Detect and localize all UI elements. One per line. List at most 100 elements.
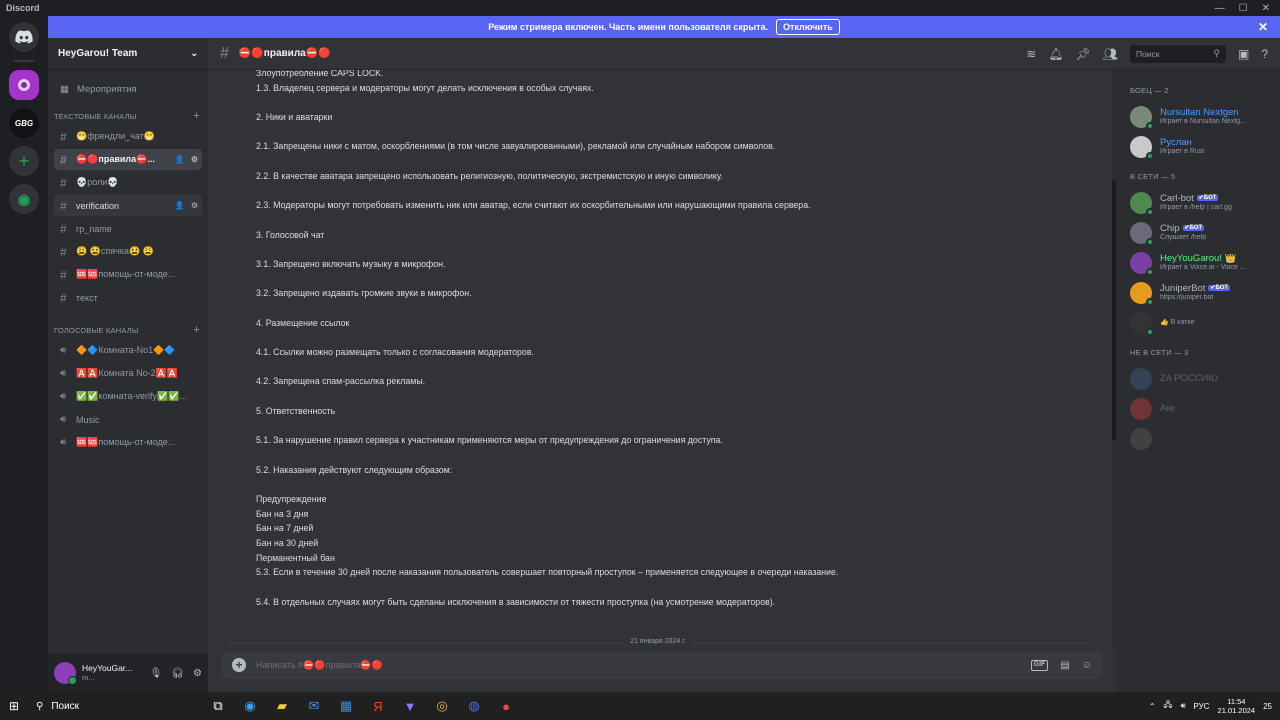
voice-channels-category[interactable]: ГОЛОСОВЫЕ КАНАЛЫ + <box>48 322 208 338</box>
sticker-icon[interactable]: ▤ <box>1060 660 1069 671</box>
message-line <box>256 213 1096 228</box>
chrome-icon[interactable]: ◎ <box>432 696 452 716</box>
clock-time: 11:54 <box>1227 696 1246 706</box>
channel-rules[interactable]: # ⛔🔴правила⛔... 👤 ⚙ <box>54 149 202 170</box>
events-item[interactable]: ▦ Мероприятия <box>48 78 208 100</box>
message-composer[interactable]: + Написать #⛔🔴правила⛔🔴 GIF ▤ ☺ <box>222 651 1102 679</box>
message-input[interactable]: Написать #⛔🔴правила⛔🔴 <box>256 660 1021 671</box>
help-icon[interactable]: ? <box>1261 47 1268 61</box>
yandex-icon[interactable]: Я <box>368 696 388 716</box>
maximize-icon[interactable]: ☐ <box>1239 3 1248 14</box>
server-header[interactable]: HeyGarou! Team ⌄ <box>48 38 208 70</box>
channel-label: 🆘🆘помощь-от-моде... <box>76 437 176 447</box>
member-activity: Слушает /help <box>1160 234 1207 242</box>
bot-badge: ✔БОТ <box>1196 194 1219 202</box>
member-item[interactable]: Акк <box>1130 394 1280 424</box>
voice-channel-room-2[interactable]: 🔊︎ 🅰️🅰️Комната No-2🅰️🅰️ <box>54 363 202 384</box>
search-input[interactable]: Поиск ⚲ <box>1129 44 1226 63</box>
explore-icon[interactable]: ◉ <box>9 184 39 214</box>
member-activity: Играет в Nursultan Nextg... <box>1160 118 1246 126</box>
member-item[interactable]: 👍 В катке <box>1130 308 1280 338</box>
microphone-icon[interactable]: 🎙︎ <box>150 668 163 679</box>
app-icon[interactable]: ● <box>496 696 516 716</box>
emoji-icon[interactable]: ☺ <box>1082 660 1092 671</box>
bot-badge: ✔БОТ <box>1182 224 1205 232</box>
text-channels-category[interactable]: ТЕКСТОВЫЕ КАНАЛЫ + <box>48 108 208 124</box>
discord-taskbar-icon[interactable]: ◍ <box>464 696 484 716</box>
channel-friendly-chat[interactable]: # 😁френдли_чат😁 <box>54 126 202 147</box>
gear-icon[interactable]: ⚙ <box>191 155 198 164</box>
channel-gr-name[interactable]: # гр_name <box>54 218 202 239</box>
channel-text[interactable]: # текст <box>54 287 202 308</box>
voice-channel-music[interactable]: 🔊︎ Music <box>54 409 202 430</box>
volume-icon[interactable]: 🔊︎ <box>1180 701 1185 711</box>
avatar[interactable] <box>54 662 77 685</box>
store-icon[interactable]: ▦ <box>336 696 356 716</box>
bell-icon[interactable]: 🔔︎ <box>1048 47 1063 61</box>
task-view-icon[interactable]: ⧉ <box>208 696 228 716</box>
windows-start-icon[interactable]: ⊞ <box>0 699 28 713</box>
vk-icon[interactable]: ▼ <box>400 696 420 716</box>
channel-sleep[interactable]: # 😩 😫спячка😫 😩 <box>54 241 202 262</box>
member-item[interactable]: Nursultan Nextgen Играет в Nursultan Next… <box>1130 102 1280 132</box>
close-banner-icon[interactable]: ✕ <box>1258 20 1268 34</box>
member-item[interactable]: JuniperBot ✔БОТ https://juniper.bot <box>1130 278 1280 308</box>
clock[interactable]: 11:54 21.01.2024 <box>1218 697 1256 716</box>
channel-verification[interactable]: # verification 👤 ⚙ <box>54 195 202 216</box>
pin-icon[interactable]: 📌︎ <box>1076 47 1091 61</box>
voice-channel-mod-help[interactable]: 🔊︎ 🆘🆘помощь-от-моде... <box>54 432 202 453</box>
chevron-up-icon[interactable]: ⌃ <box>1149 702 1156 711</box>
hash-icon: # <box>60 267 67 282</box>
edge-icon[interactable]: ◉ <box>240 696 260 716</box>
heygarou-server-icon[interactable] <box>9 70 39 100</box>
member-name: Акк <box>1160 403 1175 414</box>
member-name-block: Carl-bot ✔БОТ Играет в /help | carl.gg <box>1160 194 1272 213</box>
minimize-icon[interactable]: — <box>1215 3 1225 14</box>
user-subtext: m... <box>82 672 95 682</box>
invite-icon[interactable]: 👤 <box>175 155 185 164</box>
message-line: 2.1. Запрещены ники с матом, оскорбления… <box>256 141 776 152</box>
message-line: 5. Ответственность <box>256 405 336 416</box>
member-item[interactable]: Carl-bot ✔БОТ Играет в /help | carl.gg <box>1130 188 1280 218</box>
file-explorer-icon[interactable]: ▰ <box>272 696 292 716</box>
message-line: 3.1. Запрещено включать музыку в микрофо… <box>256 258 446 269</box>
inbox-icon[interactable]: ▣ <box>1238 47 1249 61</box>
user-name-block[interactable]: HeyYouGar... m... <box>82 663 132 682</box>
gear-icon[interactable]: ⚙ <box>191 201 198 210</box>
disable-streamer-mode-button[interactable]: Отключить <box>776 19 840 35</box>
channel-mod-help[interactable]: # 🆘🆘помощь-от-моде... <box>54 264 202 285</box>
add-channel-icon[interactable]: + <box>193 324 200 336</box>
taskbar-search[interactable]: ⚲ Поиск <box>28 695 168 717</box>
member-item[interactable]: Руслан Играет в Rust <box>1130 132 1280 162</box>
member-item[interactable] <box>1130 424 1280 454</box>
channel-roles[interactable]: # 💀роли💀 <box>54 172 202 193</box>
headphones-icon[interactable]: 🎧︎ <box>171 668 184 679</box>
members-icon[interactable]: 👥︎ <box>1103 47 1118 61</box>
bot-badge: ✔БОТ <box>1208 284 1231 292</box>
gear-icon[interactable]: ⚙ <box>193 668 202 679</box>
network-icon[interactable]: 🖧︎ <box>1164 699 1173 713</box>
voice-channel-verify[interactable]: 🔊︎ ✅✅комната-verify✅✅... <box>54 386 202 407</box>
threads-icon[interactable]: ≋ <box>1026 47 1036 61</box>
message-line: Перманентный бан <box>256 552 335 563</box>
voice-channel-room-1[interactable]: 🔊︎ 🔶🔷Комната-No1🔶🔷 <box>54 340 202 361</box>
channel-label: 🅰️🅰️Комната No-2🅰️🅰️ <box>76 368 179 378</box>
discord-home-icon[interactable] <box>9 22 39 52</box>
language-indicator[interactable]: РУС <box>1194 702 1210 711</box>
channel-title: ⛔🔴правила⛔🔴 <box>238 48 331 59</box>
member-item[interactable]: ZA РОССИЮ <box>1130 364 1280 394</box>
attach-plus-icon[interactable]: + <box>232 658 246 672</box>
mail-icon[interactable]: ✉ <box>304 696 324 716</box>
member-item[interactable]: HeyYouGarou! 👑 Играет в Voice.ai - Voice … <box>1130 248 1280 278</box>
member-section-title: НЕ В СЕТИ — 3 <box>1130 348 1189 357</box>
member-activity: Играет в Voice.ai - Voice ... <box>1160 264 1246 272</box>
add-server-icon[interactable]: + <box>9 146 39 176</box>
hash-icon: # <box>60 129 67 144</box>
add-channel-icon[interactable]: + <box>193 110 200 122</box>
gbg-server-icon[interactable]: GBG <box>9 108 39 138</box>
invite-icon[interactable]: 👤 <box>175 201 185 210</box>
notifications-badge[interactable]: 25 <box>1263 702 1272 711</box>
member-item[interactable]: Chip ✔БОТ Слушает /help <box>1130 218 1280 248</box>
gif-icon[interactable]: GIF <box>1030 659 1049 671</box>
close-window-icon[interactable]: ✕ <box>1262 3 1270 14</box>
